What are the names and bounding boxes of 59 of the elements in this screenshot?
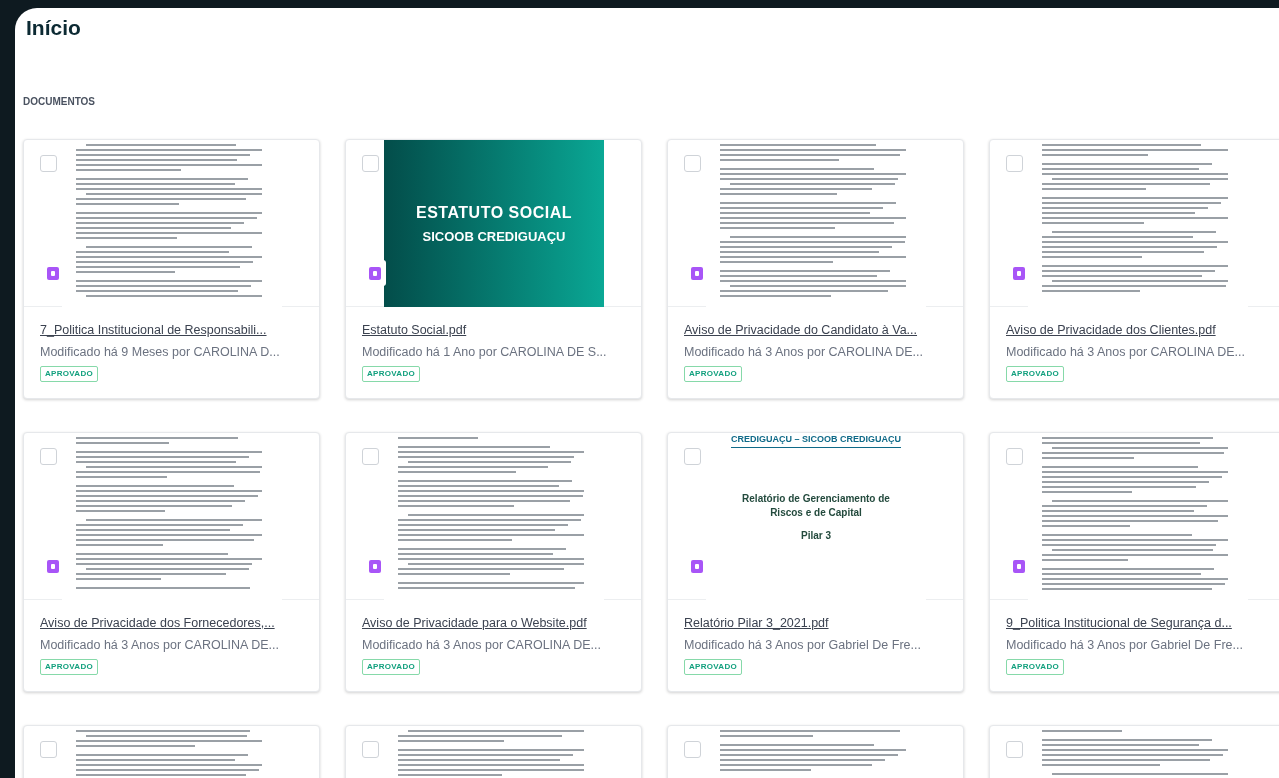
document-icon [47,266,59,280]
checkbox[interactable] [684,741,701,758]
checkbox[interactable] [362,155,379,172]
document-card[interactable]: ESTATUTO SOCIAL SICOOB CREDIGUAÇU Estatuto Social.pdf Modificado há 1 Ano por CAROLINA DE S... APROVADO [345,139,642,399]
brand-name: SICOOB CREDIGUAÇU [422,227,566,246]
checkbox[interactable] [40,741,57,758]
document-meta: Modificado há 3 Anos por CAROLINA DE... [362,637,601,653]
document-icon [691,266,703,280]
document-icon [47,559,59,573]
page-title: Início [25,15,81,41]
document-card[interactable]: 7_Politica Institucional de Responsabili... Modificado há 9 Meses por CAROLINA D... APROVADO [23,139,320,399]
document-icon [691,559,703,573]
document-card[interactable]: Aviso de Privacidade dos Fornecedores,... Modificado há 3 Anos por CAROLINA DE... APROVADO [23,432,320,692]
document-icon [369,266,381,280]
document-meta: Modificado há 3 Anos por CAROLINA DE... [40,637,279,653]
checkbox[interactable] [40,448,57,465]
document-link[interactable]: Relatório Pilar 3_2021.pdf [684,615,829,631]
status-badge: APROVADO [1006,366,1065,382]
status-badge: APROVADO [362,366,421,382]
checkbox[interactable] [684,448,701,465]
status-badge: APROVADO [684,366,743,382]
checkbox[interactable] [1006,155,1023,172]
checkbox[interactable] [1006,741,1023,758]
checkbox[interactable] [1006,448,1023,465]
status-badge: APROVADO [40,659,99,675]
document-link[interactable]: Aviso de Privacidade para o Website.pdf [362,615,587,631]
document-link[interactable]: Estatuto Social.pdf [362,322,467,338]
document-icon [369,559,381,573]
document-meta: Modificado há 1 Ano por CAROLINA DE S... [362,344,607,360]
document-card[interactable]: Aviso de Privacidade para o Website.pdf Modificado há 3 Anos por CAROLINA DE... APROVADO [345,432,642,692]
checkbox[interactable] [684,155,701,172]
report-heading: Relatório de Gerenciamento de Riscos e de Capital [741,491,891,520]
document-icon [1013,266,1025,280]
document-link[interactable]: Aviso de Privacidade dos Clientes.pdf [1006,322,1216,338]
status-badge: APROVADO [40,366,99,382]
document-meta: Modificado há 3 Anos por CAROLINA DE... [1006,344,1245,360]
status-badge: APROVADO [684,659,743,675]
document-meta: Modificado há 9 Meses por CAROLINA D... [40,344,280,360]
checkbox[interactable] [40,155,57,172]
document-card[interactable]: 9_Politica Institucional de Segurança d... Modificado há 3 Anos por Gabriel De Fre... APROVADO [989,432,1279,692]
document-link[interactable]: 9_Politica Institucional de Segurança d... [1006,615,1232,631]
section-label: DOCUMENTOS [23,95,96,109]
document-link[interactable]: Aviso de Privacidade dos Fornecedores,... [40,615,275,631]
report-subtitle: Pilar 3 [801,528,831,543]
document-icon [1013,559,1025,573]
document-card[interactable]: Aviso de Privacidade do Candidato à Va... Modificado há 3 Anos por CAROLINA DE... APROVADO [667,139,964,399]
document-meta: Modificado há 3 Anos por CAROLINA DE... [684,344,923,360]
document-meta: Modificado há 3 Anos por Gabriel De Fre... [1006,637,1243,653]
status-badge: APROVADO [362,659,421,675]
document-card[interactable]: Aviso de Privacidade dos Clientes.pdf Modificado há 3 Anos por CAROLINA DE... APROVADO [989,139,1279,399]
checkbox[interactable] [362,448,379,465]
cover-heading: ESTATUTO SOCIAL [416,202,572,223]
status-badge: APROVADO [1006,659,1065,675]
document-meta: Modificado há 3 Anos por Gabriel De Fre... [684,637,921,653]
document-card[interactable]: CREDIGUAÇU – SICOOB CREDIGUAÇU Relatório de Gerenciamento de Riscos e de Capital Pilar 3 Relatório Pilar 3_2021.pdf Modificado há 3 Anos por Gabriel De Fre... APROVADO [667,432,964,692]
checkbox[interactable] [362,741,379,758]
report-header: CREDIGUAÇU – SICOOB CREDIGUAÇU [731,433,901,448]
document-link[interactable]: 7_Politica Institucional de Responsabili... [40,322,267,338]
document-link[interactable]: Aviso de Privacidade do Candidato à Va... [684,322,918,338]
